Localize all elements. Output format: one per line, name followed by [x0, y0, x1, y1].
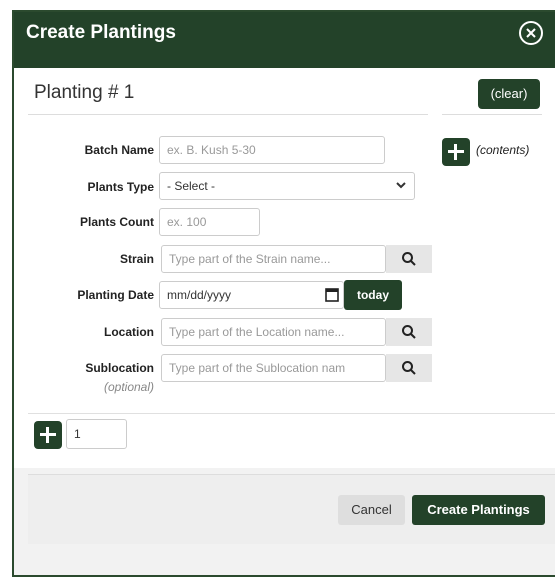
location-input[interactable]: Type part of the Location name... [161, 318, 386, 346]
batch-name-input[interactable]: ex. B. Kush 5-30 [159, 136, 385, 164]
strain-search-button[interactable] [386, 245, 432, 273]
today-button[interactable]: today [344, 280, 402, 310]
search-icon [402, 361, 416, 375]
plants-count-label: Plants Count [80, 215, 154, 229]
cancel-button[interactable]: Cancel [338, 495, 405, 525]
strain-label: Strain [119, 252, 154, 266]
plants-type-select[interactable]: - Select - [159, 172, 415, 200]
clear-button[interactable]: (clear) [478, 79, 540, 109]
strain-input[interactable]: Type part of the Strain name... [161, 245, 386, 273]
location-search-button[interactable] [386, 318, 432, 346]
sublocation-optional-label: (optional) [103, 380, 154, 394]
chevron-down-icon [396, 173, 406, 199]
sublocation-label: Sublocation [85, 361, 154, 375]
dialog-titlebar: Create Plantings [14, 12, 555, 56]
create-plantings-button[interactable]: Create Plantings [412, 495, 545, 525]
plants-count-input[interactable]: ex. 100 [159, 208, 260, 236]
contents-label: (contents) [476, 143, 530, 157]
add-contents-button[interactable] [442, 138, 470, 166]
planting-date-label: Planting Date [77, 288, 154, 302]
search-icon [402, 252, 416, 266]
search-icon [402, 325, 416, 339]
sublocation-input[interactable]: Type part of the Sublocation nam [161, 354, 386, 382]
planting-date-input[interactable]: mm/dd/yyyy [159, 281, 344, 309]
divider [442, 114, 542, 115]
location-label: Location [104, 325, 154, 339]
calendar-icon[interactable] [325, 282, 339, 308]
planting-count-input[interactable]: 1 [66, 419, 127, 449]
planting-date-placeholder: mm/dd/yyyy [167, 288, 232, 302]
divider [28, 114, 428, 115]
section-title: Planting # 1 [34, 82, 135, 103]
create-plantings-dialog: Create Plantings Planting # 1 (clear) Ba… [12, 10, 555, 577]
close-icon[interactable] [519, 21, 543, 45]
titlebar-rule [14, 56, 555, 68]
sublocation-search-button[interactable] [386, 354, 432, 382]
dialog-title: Create Plantings [26, 22, 176, 43]
close-icon-glyph [526, 28, 536, 38]
plants-type-label: Plants Type [87, 180, 154, 194]
divider [28, 413, 555, 414]
plants-type-value: - Select - [167, 179, 216, 193]
add-planting-button[interactable] [34, 421, 62, 449]
batch-name-label: Batch Name [84, 143, 154, 157]
